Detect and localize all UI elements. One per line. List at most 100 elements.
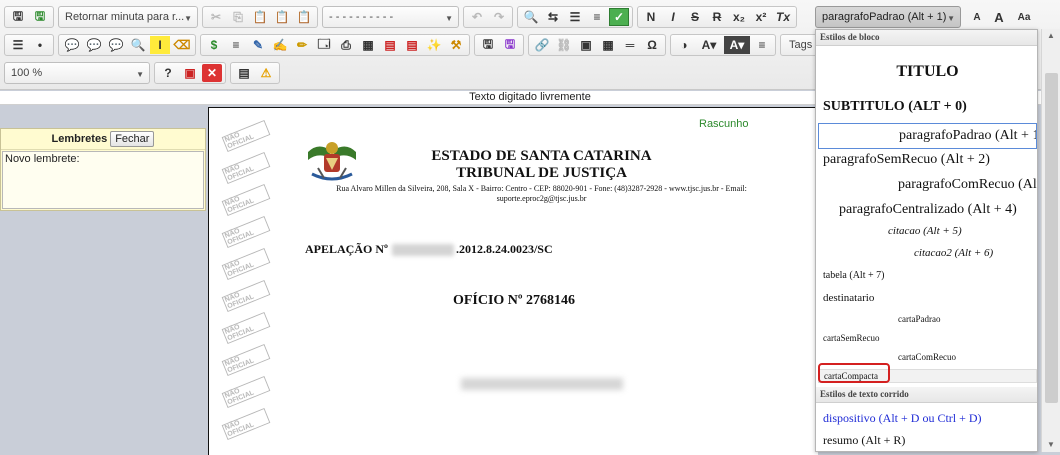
style-item-citacao[interactable]: citacao (Alt + 5): [816, 225, 1037, 237]
style-item-paragrafo-centralizado[interactable]: paragrafoCentralizado (Alt + 4): [816, 202, 1037, 218]
style-item-titulo[interactable]: TITULO: [816, 63, 1037, 81]
redo-icon[interactable]: ↷: [489, 8, 509, 26]
comment-purple-icon[interactable]: 💬: [106, 36, 126, 54]
scroll-thumb[interactable]: [1045, 73, 1058, 403]
comment-icon[interactable]: 💬: [62, 36, 82, 54]
decrease-font-button[interactable]: A: [967, 8, 987, 26]
style-select[interactable]: paragrafoPadrao (Alt + 1) ▼: [815, 6, 961, 28]
special-char-button[interactable]: Ω: [642, 36, 662, 54]
numbered-list-icon[interactable]: ☰: [8, 36, 28, 54]
save-icon[interactable]: 🖫: [8, 8, 28, 26]
style-item-dispositivo[interactable]: dispositivo (Alt + D ou Ctrl + D): [816, 411, 1037, 426]
stamp-text: NÃO OFICIAL: [222, 377, 270, 407]
pen-icon[interactable]: ✍: [270, 36, 290, 54]
style-item-paragrafo-com-recuo[interactable]: paragrafoComRecuo (Alt + 3): [816, 177, 1037, 193]
pdf-export-icon[interactable]: ▤: [402, 36, 422, 54]
style-item-destinatario[interactable]: destinatario: [816, 292, 1037, 304]
change-case-button[interactable]: Aa: [1011, 8, 1037, 26]
dashes-select[interactable]: - - - - - - - - - - ▼: [322, 6, 459, 28]
color-group: ◑ A▾ A▾ ≡: [670, 34, 776, 56]
edit-icon[interactable]: ✎: [248, 36, 268, 54]
print-icon[interactable]: ⎙: [336, 36, 356, 54]
strike-button[interactable]: S: [685, 8, 705, 26]
court-address: Rua Alvaro Millen da Silveira, 208, Sala…: [319, 184, 764, 204]
paste-text-icon[interactable]: 📋: [272, 8, 292, 26]
save-green-icon[interactable]: 🖫: [30, 8, 50, 26]
draft-label: Rascunho: [699, 118, 749, 130]
chevron-down-icon: ▼: [445, 14, 453, 23]
reminders-close-button[interactable]: Fechar: [110, 131, 155, 147]
document-page[interactable]: NÃO OFICIAL NÃO OFICIAL NÃO OFICIAL NÃO …: [208, 107, 818, 455]
warning-icon[interactable]: ⚠: [256, 64, 276, 82]
reminders-header: Lembretes Fechar: [1, 129, 205, 150]
unlink-icon[interactable]: ⛓: [554, 36, 574, 54]
contrast-icon[interactable]: ◑: [674, 36, 694, 54]
horizontal-rule-icon[interactable]: ═: [620, 36, 640, 54]
style-item-carta-sem-recuo[interactable]: cartaSemRecuo: [816, 333, 1037, 343]
scroll-down-icon[interactable]: ▼: [1047, 440, 1055, 449]
copy-icon[interactable]: ⎘: [228, 8, 248, 26]
magic-icon[interactable]: ✨: [424, 36, 444, 54]
spellcheck-icon[interactable]: ✓: [609, 8, 629, 26]
background-color-icon[interactable]: A▾: [724, 36, 750, 54]
highlight-yellow-icon[interactable]: I: [150, 36, 170, 54]
paste-icon[interactable]: 📋: [250, 8, 270, 26]
source-icon[interactable]: ▤: [234, 64, 254, 82]
format-paragraph-icon[interactable]: ≡: [587, 8, 607, 26]
table-insert-icon[interactable]: ▦: [598, 36, 618, 54]
save-purple-icon[interactable]: 🖫: [500, 36, 520, 54]
dropdown-scrollbar[interactable]: ▲ ▼: [1041, 29, 1060, 452]
reminder-textarea[interactable]: Novo lembrete:: [2, 151, 204, 209]
style-item-paragrafo-padrao[interactable]: paragrafoPadrao (Alt + 1): [818, 123, 1037, 149]
red-square-icon[interactable]: ▣: [180, 64, 200, 82]
undo-icon[interactable]: ↶: [467, 8, 487, 26]
watermark-stamp: NÃO OFICIAL: [221, 375, 271, 409]
search-text-icon[interactable]: 🔍: [128, 36, 148, 54]
zoom-select[interactable]: 100 % ▼: [4, 62, 150, 84]
pencil-icon[interactable]: ✏: [292, 36, 312, 54]
case-group: A A Aa: [966, 8, 1038, 26]
style-item-tabela[interactable]: tabela (Alt + 7): [816, 270, 1037, 281]
paste-word-icon[interactable]: 📋: [294, 8, 314, 26]
increase-font-button[interactable]: A: [989, 8, 1009, 26]
style-item-resumo[interactable]: resumo (Alt + R): [816, 433, 1037, 448]
bulleted-list-icon[interactable]: •: [30, 36, 50, 54]
text-color-icon[interactable]: A▾: [696, 36, 722, 54]
italic-button[interactable]: I: [663, 8, 683, 26]
clear-format-button[interactable]: Tx: [773, 8, 793, 26]
find-icon[interactable]: 🔍: [521, 8, 541, 26]
cut-icon[interactable]: ✂: [206, 8, 226, 26]
replace-icon[interactable]: ⇆: [543, 8, 563, 26]
link-icon[interactable]: 🔗: [532, 36, 552, 54]
inline-styles-header: Estilos de texto corrido: [816, 387, 1037, 403]
list-group: ☰ •: [4, 34, 54, 56]
table-icon[interactable]: ▦: [358, 36, 378, 54]
strike-alt-button[interactable]: R: [707, 8, 727, 26]
preview-icon[interactable]: 🗔: [314, 36, 334, 54]
stamp-text: NÃO OFICIAL: [222, 217, 270, 247]
pdf-icon[interactable]: ▤: [380, 36, 400, 54]
format-list-icon[interactable]: ≡: [752, 36, 772, 54]
save-disk-icon[interactable]: 🖫: [478, 36, 498, 54]
align-icon[interactable]: ≡: [226, 36, 246, 54]
subscript-button[interactable]: x₂: [729, 8, 749, 26]
close-red-icon[interactable]: ✕: [202, 64, 222, 82]
image-icon[interactable]: ▣: [576, 36, 596, 54]
superscript-button[interactable]: x²: [751, 8, 771, 26]
eraser-icon[interactable]: ⌫: [172, 36, 192, 54]
scroll-up-icon[interactable]: ▲: [1047, 31, 1055, 40]
select-all-icon[interactable]: ☰: [565, 8, 585, 26]
help-group: ? ▣ ✕: [154, 62, 226, 84]
style-item-carta-com-recuo[interactable]: cartaComRecuo: [816, 352, 1037, 362]
style-dropdown-menu: Estilos de bloco TITULO SUBTITULO (ALT +…: [815, 29, 1038, 452]
style-item-paragrafo-sem-recuo[interactable]: paragrafoSemRecuo (Alt + 2): [816, 152, 1037, 168]
money-icon[interactable]: $: [204, 36, 224, 54]
help-icon[interactable]: ?: [158, 64, 178, 82]
style-item-carta-padrao[interactable]: cartaPadrao: [816, 314, 1037, 324]
bold-button[interactable]: N: [641, 8, 661, 26]
style-item-citacao2[interactable]: citacao2 (Alt + 6): [816, 247, 1037, 259]
minuta-action-select[interactable]: Retornar minuta para r... ▼: [58, 6, 198, 28]
stamp-icon[interactable]: ⚒: [446, 36, 466, 54]
style-item-subtitulo[interactable]: SUBTITULO (ALT + 0): [816, 99, 1037, 115]
comment-alt-icon[interactable]: 💬: [84, 36, 104, 54]
